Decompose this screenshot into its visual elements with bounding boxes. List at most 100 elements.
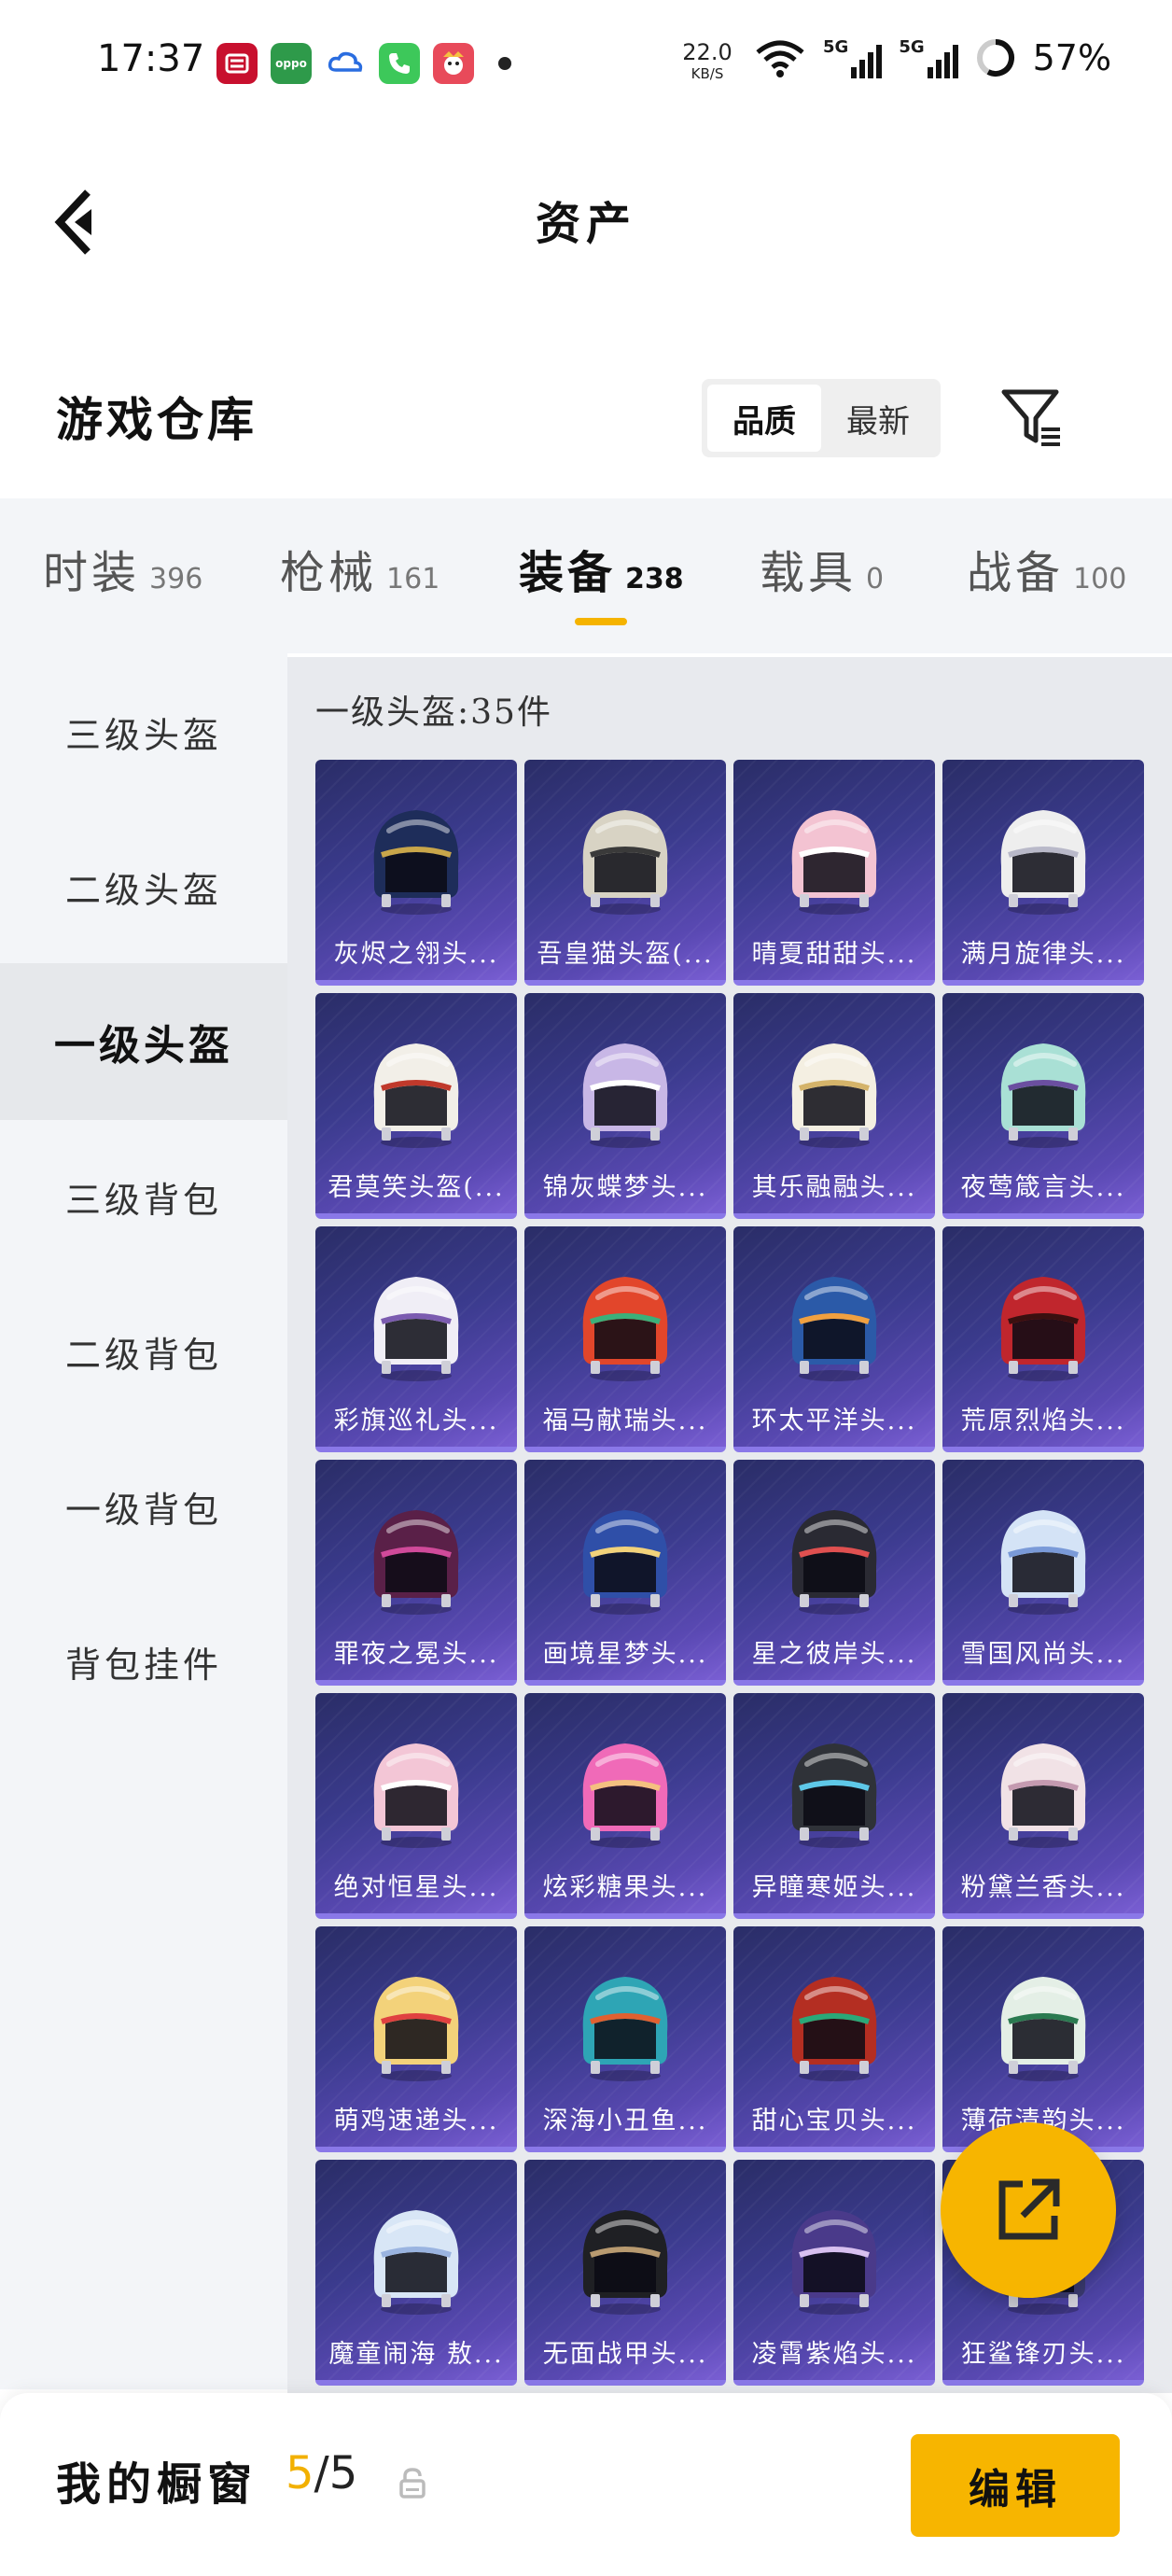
helmet-item-card[interactable]: 罪夜之冕头... (315, 1460, 517, 1686)
helmet-item-label: 福马献瑞头... (542, 1407, 708, 1435)
tab-fashion[interactable]: 时装 396 (43, 536, 202, 601)
notification-icons: oppo (216, 43, 511, 84)
helmet-item-card[interactable]: 荒原烈焰头... (942, 1226, 1144, 1452)
helmet-item-card[interactable]: 粉黛兰香头... (942, 1693, 1144, 1919)
helmet-item-card[interactable]: 吾皇猫头盔(... (524, 760, 726, 986)
helmet-icon (1000, 1977, 1086, 2081)
helmet-icon (373, 1510, 459, 1615)
helmet-icon (373, 2210, 459, 2315)
helmet-item-card[interactable]: 彩旗巡礼头... (315, 1226, 517, 1452)
sidebar-item-level3-helmet[interactable]: 三级头盔 (0, 653, 287, 810)
showcase-current-count: 5 (286, 2447, 314, 2499)
helmet-item-card[interactable]: 其乐融融头... (733, 993, 935, 1219)
cloud-icon (325, 43, 366, 84)
sidebar-item-level3-backpack[interactable]: 三级背包 (0, 1118, 287, 1275)
helmet-icon (1000, 1277, 1086, 1381)
helmet-item-label: 魔童闹海 敖... (328, 2340, 504, 2369)
helmet-item-card[interactable]: 异瞳寒姬头... (733, 1693, 935, 1919)
helmet-item-card[interactable]: 夜莺箴言头... (942, 993, 1144, 1219)
tab-vehicles[interactable]: 载具 0 (760, 536, 884, 601)
helmet-icon (373, 1277, 459, 1381)
helmet-item-card[interactable]: 晴夏甜甜头... (733, 760, 935, 986)
sidebar-item-level2-helmet[interactable]: 二级头盔 (0, 808, 287, 965)
tab-equipment[interactable]: 装备 238 (519, 536, 684, 601)
helmet-item-label: 狂鲨锋刃头... (960, 2340, 1126, 2369)
helmet-item-card[interactable]: 星之彼岸头... (733, 1460, 935, 1686)
category-tabs: 时装 396 枪械 161 装备 238 载具 0 战备 100 (0, 498, 1172, 653)
share-button[interactable] (941, 2122, 1116, 2298)
helmet-item-card[interactable]: 画境星梦头... (524, 1460, 726, 1686)
sort-newest-option[interactable]: 最新 (821, 385, 935, 452)
helmet-item-label: 无面战甲头... (542, 2340, 708, 2369)
oppo-icon-text: oppo (275, 57, 307, 70)
helmet-item-card[interactable]: 君莫笑头盔(... (315, 993, 517, 1219)
signal-5g-icon-2: 5G (899, 37, 958, 78)
helmet-icon (1000, 1043, 1086, 1148)
helmet-item-card[interactable]: 萌鸡速递头... (315, 1926, 517, 2152)
tab-count: 100 (1073, 563, 1127, 595)
helmet-icon (582, 1510, 668, 1615)
helmet-item-label: 环太平洋头... (751, 1407, 917, 1435)
helmet-item-card[interactable]: 灰烬之翎头... (315, 760, 517, 986)
tab-count: 396 (149, 563, 203, 595)
signal-5g-label: 5G (823, 37, 849, 57)
helmet-item-card[interactable]: 深海小丑鱼... (524, 1926, 726, 2152)
share-external-icon (998, 2178, 1060, 2240)
tab-label: 战备 (967, 547, 1065, 599)
showcase-count: 5/5 (286, 2447, 357, 2499)
helmet-item-card[interactable]: 满月旋律头... (942, 760, 1144, 986)
edit-button[interactable]: 编辑 (911, 2434, 1120, 2537)
helmet-icon (373, 1043, 459, 1148)
helmet-item-card[interactable]: 锦灰蝶梦头... (524, 993, 726, 1219)
helmet-item-card[interactable]: 魔童闹海 敖... (315, 2160, 517, 2386)
signal-5g-label: 5G (899, 37, 925, 57)
sidebar-item-level1-helmet[interactable]: 一级头盔 (0, 963, 287, 1120)
helmet-item-card[interactable]: 炫彩糖果头... (524, 1693, 726, 1919)
subcategory-sidebar: 三级头盔 二级头盔 一级头盔 三级背包 二级背包 一级背包 背包挂件 (0, 653, 287, 2389)
helmet-item-card[interactable]: 无面战甲头... (524, 2160, 726, 2386)
helmet-icon (1000, 810, 1086, 915)
tab-count: 0 (866, 563, 885, 595)
helmet-icon (791, 1510, 877, 1615)
filter-button[interactable] (993, 379, 1071, 457)
helmet-item-card[interactable]: 福马献瑞头... (524, 1226, 726, 1452)
helmet-item-label: 晴夏甜甜头... (751, 940, 917, 969)
tab-combat-supplies[interactable]: 战备 100 (967, 536, 1126, 601)
sidebar-item-level2-backpack[interactable]: 二级背包 (0, 1273, 287, 1430)
showcase-label: 我的橱窗 (56, 2458, 258, 2511)
helmet-item-card[interactable]: 薄荷清韵头... (942, 1926, 1144, 2152)
tab-label: 枪械 (280, 547, 378, 599)
helmet-item-card[interactable]: 甜心宝贝头... (733, 1926, 935, 2152)
helmet-item-card[interactable]: 雪国风尚头... (942, 1460, 1144, 1686)
helmet-item-label: 满月旋律头... (960, 940, 1126, 969)
helmet-item-card[interactable]: 绝对恒星头... (315, 1693, 517, 1919)
more-notifications-dot-icon (498, 57, 511, 70)
showcase-total-count: /5 (314, 2447, 358, 2499)
tab-label: 装备 (519, 547, 617, 599)
helmet-icon (373, 1743, 459, 1848)
warehouse-title: 游戏仓库 (56, 392, 258, 447)
tab-firearms[interactable]: 枪械 161 (280, 536, 440, 601)
helmet-item-label: 锦灰蝶梦头... (542, 1173, 708, 1202)
sort-quality-option[interactable]: 品质 (707, 385, 821, 452)
helmet-item-label: 炫彩糖果头... (542, 1873, 708, 1902)
status-time: 17:37 (97, 37, 205, 80)
helmet-item-card[interactable]: 凌霄紫焰头... (733, 2160, 935, 2386)
phone-icon (379, 43, 420, 84)
oppo-icon: oppo (271, 43, 312, 84)
sidebar-item-backpack-charm[interactable]: 背包挂件 (0, 1583, 287, 1740)
helmet-icon (791, 1977, 877, 2081)
helmet-icon (582, 2210, 668, 2315)
helmet-item-label: 荒原烈焰头... (960, 1407, 1126, 1435)
active-tab-indicator (575, 618, 627, 625)
helmet-icon (373, 1977, 459, 2081)
sort-toggle: 品质 最新 (702, 379, 941, 457)
helmet-item-label: 君莫笑头盔(... (328, 1173, 505, 1202)
sidebar-item-level1-backpack[interactable]: 一级背包 (0, 1428, 287, 1585)
helmet-item-label: 其乐融融头... (751, 1173, 917, 1202)
helmet-item-label: 粉黛兰香头... (960, 1873, 1126, 1902)
helmet-item-card[interactable]: 环太平洋头... (733, 1226, 935, 1452)
helmet-item-label: 深海小丑鱼... (542, 2107, 708, 2135)
signal-5g-icon-1: 5G (823, 37, 883, 78)
helmet-icon (582, 1743, 668, 1848)
